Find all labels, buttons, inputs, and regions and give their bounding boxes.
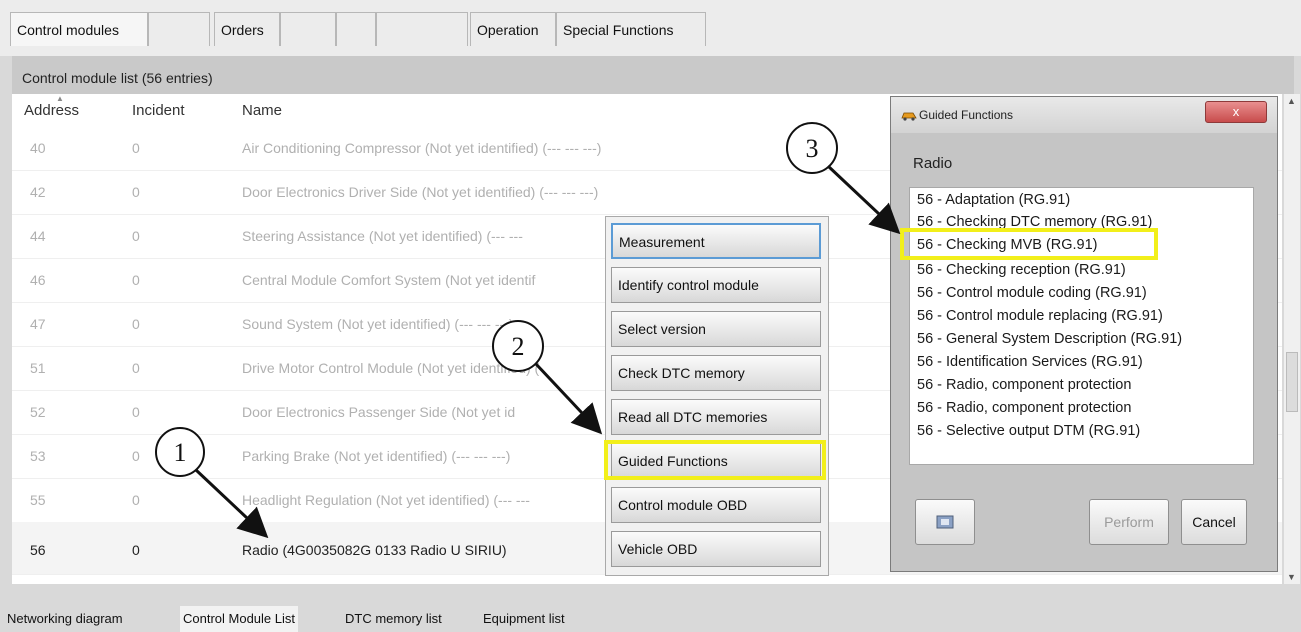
cell-name: Door Electronics Passenger Side (Not yet…: [242, 404, 516, 420]
callout-label-3: 3: [805, 134, 819, 163]
list-item[interactable]: 56 - Adaptation (RG.91): [917, 192, 1070, 208]
list-item[interactable]: 56 - General System Description (RG.91): [917, 331, 1182, 347]
list-item[interactable]: 56 - Identification Services (RG.91): [917, 354, 1143, 370]
cell-name: Drive Motor Control Module (Not yet iden…: [242, 360, 540, 376]
cell-incident: 0: [132, 492, 140, 508]
dialog-titlebar[interactable]: Guided Functions x: [891, 97, 1277, 133]
tab-networking-diagram[interactable]: Networking diagram: [4, 606, 126, 632]
tab-orders[interactable]: Orders: [214, 12, 280, 46]
list-item[interactable]: 56 - Control module coding (RG.91): [917, 285, 1147, 301]
tab-dtc-memory-list[interactable]: DTC memory list: [342, 606, 445, 632]
menu-item-identify-control-module[interactable]: Identify control module: [611, 267, 821, 303]
cell-incident: 0: [132, 272, 140, 288]
cell-name: Air Conditioning Compressor (Not yet ide…: [242, 140, 602, 156]
list-item[interactable]: 56 - Control module replacing (RG.91): [917, 308, 1163, 324]
scroll-up-icon[interactable]: ▲: [1287, 96, 1296, 106]
list-item[interactable]: 56 - Checking reception (RG.91): [917, 262, 1126, 278]
tab-disabled-3: [336, 12, 376, 46]
cell-address: 46: [30, 272, 46, 288]
cell-address: 40: [30, 140, 46, 156]
sort-arrow-icon: ▲: [56, 94, 64, 103]
cell-incident: 0: [132, 140, 140, 156]
context-menu: Measurement Identify control module Sele…: [605, 216, 829, 576]
cell-address: 47: [30, 316, 46, 332]
cell-name: Parking Brake (Not yet identified) (--- …: [242, 448, 511, 464]
bottom-tab-bar: Networking diagram Control Module List D…: [0, 584, 1301, 632]
car-icon: [901, 112, 917, 121]
tab-control-modules[interactable]: Control modules: [10, 12, 148, 46]
cell-incident: 0: [132, 360, 140, 376]
cell-name: Central Module Comfort System (Not yet i…: [242, 272, 536, 288]
list-item[interactable]: 56 - Radio, component protection: [917, 377, 1131, 393]
highlight-guided-functions: [604, 440, 826, 480]
tab-operation[interactable]: Operation: [470, 12, 556, 46]
cell-address: 55: [30, 492, 46, 508]
column-header-address[interactable]: Address: [24, 102, 79, 119]
cell-address: 42: [30, 184, 46, 200]
tab-disabled-2: [280, 12, 336, 46]
cell-incident: 0: [132, 542, 140, 558]
tab-special-functions[interactable]: Special Functions: [556, 12, 706, 46]
callout-label-2: 2: [511, 332, 525, 361]
cell-name: Headlight Regulation (Not yet identified…: [242, 492, 530, 508]
cancel-button[interactable]: Cancel: [1181, 499, 1247, 545]
menu-item-read-all-dtc-memories[interactable]: Read all DTC memories: [611, 399, 821, 435]
menu-item-select-version[interactable]: Select version: [611, 311, 821, 347]
menu-item-control-module-obd[interactable]: Control module OBD: [611, 487, 821, 523]
tab-equipment-list[interactable]: Equipment list: [480, 606, 568, 632]
tab-disabled-4: [376, 12, 468, 46]
info-icon: [936, 515, 954, 529]
cell-address: 52: [30, 404, 46, 420]
menu-item-measurement[interactable]: Measurement: [611, 223, 821, 259]
cell-incident: 0: [132, 316, 140, 332]
cell-name: Door Electronics Driver Side (Not yet id…: [242, 184, 599, 200]
tab-disabled-1: [148, 12, 210, 46]
cell-name: Sound System (Not yet identified) (--- -…: [242, 316, 514, 332]
section-title: Control module list (56 entries): [22, 70, 213, 86]
list-item[interactable]: 56 - Radio, component protection: [917, 400, 1131, 416]
cell-incident: 0: [132, 184, 140, 200]
tab-control-module-list[interactable]: Control Module List: [180, 606, 298, 632]
cell-address: 44: [30, 228, 46, 244]
cell-incident: 0: [132, 448, 140, 464]
top-tab-bar: Control modules Orders Operation Special…: [0, 0, 1301, 56]
info-button[interactable]: [915, 499, 975, 545]
callout-label-1: 1: [173, 438, 187, 467]
cell-name: Radio (4G0035082G 0133 Radio U SIRIU): [242, 542, 507, 558]
cell-name: Steering Assistance (Not yet identified)…: [242, 228, 523, 244]
menu-item-check-dtc-memory[interactable]: Check DTC memory: [611, 355, 821, 391]
cell-address: 51: [30, 360, 46, 376]
list-item[interactable]: 56 - Selective output DTM (RG.91): [917, 423, 1140, 439]
perform-button: Perform: [1089, 499, 1169, 545]
cell-incident: 0: [132, 228, 140, 244]
vertical-scrollbar[interactable]: ▲ ▼: [1284, 94, 1300, 584]
section-header: Control module list (56 entries): [12, 56, 1294, 94]
guided-functions-dialog: Guided Functions x Radio 56 - Adaptation…: [890, 96, 1278, 572]
cell-address: 53: [30, 448, 46, 464]
column-header-incident[interactable]: Incident: [132, 102, 185, 119]
cell-address: 56: [30, 542, 46, 558]
dialog-heading: Radio: [913, 155, 953, 172]
scrollbar-thumb[interactable]: [1286, 352, 1298, 412]
column-header-name[interactable]: Name: [242, 102, 282, 119]
menu-item-vehicle-obd[interactable]: Vehicle OBD: [611, 531, 821, 567]
scroll-down-icon[interactable]: ▼: [1287, 572, 1296, 582]
cell-incident: 0: [132, 404, 140, 420]
highlight-checking-mvb: [900, 228, 1158, 260]
dialog-title: Guided Functions: [919, 108, 1014, 122]
close-button[interactable]: x: [1205, 101, 1267, 123]
